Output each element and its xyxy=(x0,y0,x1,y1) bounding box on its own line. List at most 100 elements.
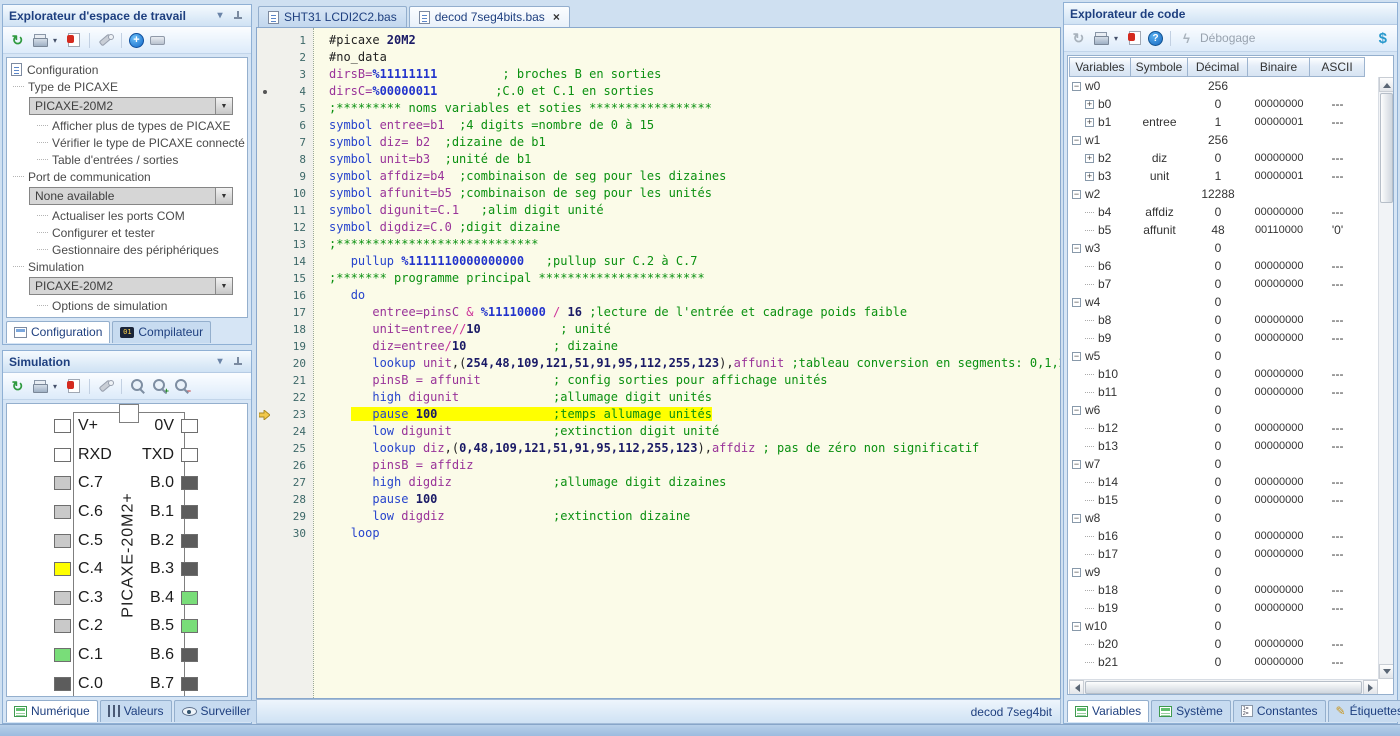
chevron-down-icon[interactable] xyxy=(215,188,232,204)
code-line-text[interactable]: symbol affunit=b5 ;combinaison de seg po… xyxy=(313,185,1060,202)
code-line-text[interactable]: pullup %1111110000000000 ;pullup sur C.2… xyxy=(313,253,1060,270)
gutter-cell[interactable]: 27 xyxy=(257,474,313,491)
pdf-export-icon[interactable] xyxy=(1128,31,1141,45)
pin-TXD[interactable]: TXD xyxy=(142,446,198,463)
gutter-cell[interactable]: 25 xyxy=(257,440,313,457)
var-row-b12[interactable]: b12 0 00000000 --- xyxy=(1069,419,1377,437)
gutter-cell[interactable]: 23 xyxy=(257,406,313,423)
pin-C.3[interactable]: C.3 xyxy=(54,589,112,606)
com-port-select[interactable]: None available xyxy=(29,187,233,205)
b3-expander-icon[interactable]: + xyxy=(1085,171,1094,181)
pin-V+[interactable]: V+ xyxy=(54,417,112,434)
pdf-export-icon[interactable] xyxy=(67,379,80,393)
gutter-cell[interactable]: 11 xyxy=(257,202,313,219)
pin-state-B.4[interactable] xyxy=(181,590,198,605)
w4-expander-icon[interactable]: − xyxy=(1072,297,1081,307)
var-row-w2[interactable]: − w2 12288 xyxy=(1069,185,1377,203)
pin-state-TXD[interactable] xyxy=(181,447,198,462)
gutter-cell[interactable]: 6 xyxy=(257,117,313,134)
code-editor[interactable]: 1 #picaxe 20M2 2 #no_data 3 dirsB=%11111111 ;… xyxy=(256,27,1061,699)
close-icon[interactable]: × xyxy=(553,10,560,24)
w0-expander-icon[interactable]: − xyxy=(1072,81,1081,91)
tree-node-port-communication[interactable]: Port de communication xyxy=(7,168,247,185)
scroll-up-icon[interactable] xyxy=(1379,77,1393,92)
var-row-w0[interactable]: − w0 256 xyxy=(1069,77,1377,95)
gutter-cell[interactable]: 18 xyxy=(257,321,313,338)
chevron-down-icon[interactable] xyxy=(215,98,232,114)
var-row-b10[interactable]: b10 0 00000000 --- xyxy=(1069,365,1377,383)
pin-state-C.0[interactable] xyxy=(54,676,71,691)
w6-expander-icon[interactable]: − xyxy=(1072,405,1081,415)
pin-state-C.4[interactable] xyxy=(54,562,71,577)
var-row-w7[interactable]: − w7 0 xyxy=(1069,455,1377,473)
pin-B.0[interactable]: B.0 xyxy=(150,474,198,491)
w5-expander-icon[interactable]: − xyxy=(1072,351,1081,361)
var-row-b13[interactable]: b13 0 00000000 --- xyxy=(1069,437,1377,455)
pin-C.5[interactable]: C.5 xyxy=(54,532,112,549)
scrollbar-thumb[interactable] xyxy=(1380,93,1393,203)
gutter-cell[interactable]: 13 xyxy=(257,236,313,253)
settings-wrench-icon[interactable] xyxy=(97,32,114,48)
tree-action-afficher-types[interactable]: Afficher plus de types de PICAXE xyxy=(7,117,247,134)
tab-constantes[interactable]: Constantes xyxy=(1232,700,1326,722)
pin-state-B.2[interactable] xyxy=(181,533,198,548)
debug-icon[interactable] xyxy=(1178,30,1195,46)
pin-C.6[interactable]: C.6 xyxy=(54,503,112,520)
tab-compilateur[interactable]: Compilateur xyxy=(112,321,212,343)
w10-expander-icon[interactable]: − xyxy=(1072,621,1081,631)
code-line-text[interactable]: #no_data xyxy=(313,49,1060,66)
pin-state-V+[interactable] xyxy=(54,419,71,434)
var-row-b19[interactable]: b19 0 00000000 --- xyxy=(1069,599,1377,617)
tree-action-gestionnaire[interactable]: Gestionnaire des périphériques xyxy=(7,241,247,258)
gutter-cell[interactable]: 22 xyxy=(257,389,313,406)
code-line-text[interactable]: high digunit ;allumage digit unités xyxy=(313,389,1060,406)
w7-expander-icon[interactable]: − xyxy=(1072,459,1081,469)
var-row-w6[interactable]: − w6 0 xyxy=(1069,401,1377,419)
var-row-b21[interactable]: b21 0 00000000 --- xyxy=(1069,653,1377,671)
var-row-w8[interactable]: − w8 0 xyxy=(1069,509,1377,527)
zoom-out-icon[interactable] xyxy=(173,378,190,394)
pin-C.7[interactable]: C.7 xyxy=(54,474,112,491)
tree-node-configuration[interactable]: Configuration xyxy=(7,61,247,78)
vertical-scrollbar[interactable] xyxy=(1378,77,1393,679)
code-line-text[interactable]: lookup unit,(254,48,109,121,51,91,95,112… xyxy=(313,355,1060,372)
code-line-text[interactable]: pause 100 ;temps allumage unités xyxy=(313,406,1060,423)
var-row-w9[interactable]: − w9 0 xyxy=(1069,563,1377,581)
collapse-all-icon[interactable] xyxy=(150,35,165,45)
column-header-symbole[interactable]: Symbole xyxy=(1131,57,1188,77)
var-row-w3[interactable]: − w3 0 xyxy=(1069,239,1377,257)
pin-B.2[interactable]: B.2 xyxy=(150,532,198,549)
tab-numerique[interactable]: Numérique xyxy=(6,700,98,722)
pin-C.1[interactable]: C.1 xyxy=(54,646,112,663)
gutter-cell[interactable]: 1 xyxy=(257,32,313,49)
pin-B.4[interactable]: B.4 xyxy=(150,589,198,606)
pin-state-C.2[interactable] xyxy=(54,619,71,634)
column-header-variables[interactable]: Variables xyxy=(1069,57,1131,77)
print-icon[interactable] xyxy=(1092,30,1109,46)
w1-expander-icon[interactable]: − xyxy=(1072,135,1081,145)
code-line-text[interactable]: unit=entree//10 ; unité xyxy=(313,321,1060,338)
var-row-b18[interactable]: b18 0 00000000 --- xyxy=(1069,581,1377,599)
var-row-b16[interactable]: b16 0 00000000 --- xyxy=(1069,527,1377,545)
w9-expander-icon[interactable]: − xyxy=(1072,567,1081,577)
code-line-text[interactable]: ;**************************** xyxy=(313,236,1060,253)
pin-state-RXD[interactable] xyxy=(54,447,71,462)
pin-icon[interactable] xyxy=(231,10,245,22)
pin-B.5[interactable]: B.5 xyxy=(150,617,198,634)
var-row-b4[interactable]: b4 affdiz 0 00000000 --- xyxy=(1069,203,1377,221)
w2-expander-icon[interactable]: − xyxy=(1072,189,1081,199)
refresh-icon[interactable] xyxy=(9,378,26,394)
b0-expander-icon[interactable]: + xyxy=(1085,99,1094,109)
chevron-down-icon[interactable] xyxy=(215,278,232,294)
gutter-cell[interactable]: 19 xyxy=(257,338,313,355)
gutter-cell[interactable]: 15 xyxy=(257,270,313,287)
code-line-text[interactable]: loop xyxy=(313,525,1060,542)
tree-action-table-entrees[interactable]: Table d'entrées / sorties xyxy=(7,151,247,168)
gutter-cell[interactable]: 28 xyxy=(257,491,313,508)
zoom-icon[interactable] xyxy=(129,378,146,394)
picaxe-type-select[interactable]: PICAXE-20M2 xyxy=(29,97,233,115)
column-header-décimal[interactable]: Décimal xyxy=(1188,57,1248,77)
code-line-text[interactable]: symbol diz= b2 ;dizaine de b1 xyxy=(313,134,1060,151)
gutter-cell[interactable]: 8 xyxy=(257,151,313,168)
info-icon[interactable] xyxy=(1148,30,1163,46)
